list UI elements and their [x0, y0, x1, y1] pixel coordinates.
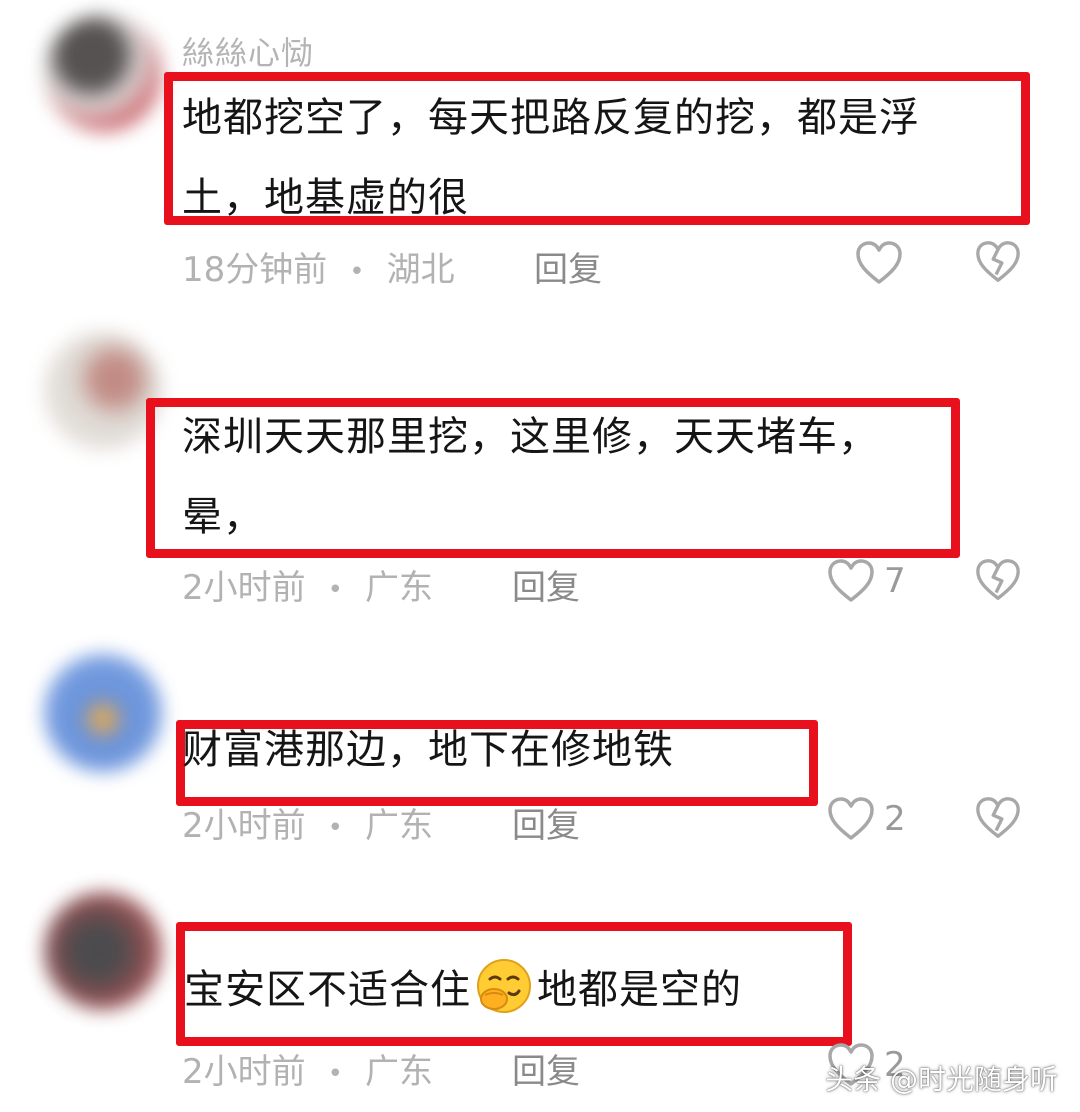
comment-item: 絲絲心恸 地都挖空了，每天把路反复的挖，都是浮 土，地基虚的很 18分钟前 • 湖北… — [0, 0, 1080, 300]
heart-outline-icon — [826, 795, 876, 843]
like-count: 2 — [884, 799, 906, 839]
reply-button[interactable]: 回复 — [512, 798, 580, 847]
smirking-face-emoji-icon — [475, 957, 533, 1015]
comment-text: 深圳天天那里挖，这里修，天天堵车， 晕， — [182, 397, 879, 557]
dislike-button[interactable] — [974, 238, 1022, 286]
watermark: 头条 @时光随身听 — [825, 1063, 1058, 1096]
comment-meta: 18分钟前 • 湖北 — [182, 242, 455, 291]
heart-outline-icon — [854, 239, 904, 287]
broken-heart-icon — [974, 556, 1022, 604]
location: 广东 — [364, 806, 433, 846]
broken-heart-icon — [974, 794, 1022, 842]
separator-dot: • — [327, 574, 343, 605]
like-count: 7 — [884, 561, 906, 601]
dislike-button[interactable] — [974, 556, 1022, 604]
dislike-button[interactable] — [974, 794, 1022, 842]
comment-item: 财富港那边，地下在修地铁 2小时前 • 广东 回复 2 — [0, 640, 1080, 870]
avatar[interactable] — [44, 892, 162, 1010]
reply-button[interactable]: 回复 — [512, 560, 580, 609]
comment-meta: 2小时前 • 广东 — [182, 1044, 433, 1093]
broken-heart-icon — [974, 238, 1022, 286]
separator-dot: • — [327, 1058, 343, 1089]
location: 湖北 — [386, 250, 455, 290]
avatar[interactable] — [44, 654, 162, 772]
timestamp: 18分钟前 — [182, 250, 328, 290]
avatar[interactable] — [44, 332, 162, 450]
comment-text-part: 地都是空的 — [537, 967, 742, 1013]
heart-outline-icon — [826, 557, 876, 605]
comment-meta: 2小时前 • 广东 — [182, 560, 433, 609]
separator-dot: • — [327, 812, 343, 843]
comment-line: 晕， — [182, 494, 264, 540]
like-button[interactable]: 2 — [826, 794, 906, 844]
comment-item: 深圳天天那里挖，这里修，天天堵车， 晕， 2小时前 • 广东 回复 7 — [0, 320, 1080, 620]
timestamp: 2小时前 — [182, 568, 306, 608]
like-button[interactable] — [854, 238, 912, 288]
reply-button[interactable]: 回复 — [512, 1044, 580, 1093]
comment-text: 宝安区不适合住 地都是空的 — [184, 950, 742, 1030]
separator-dot: • — [349, 256, 365, 287]
comment-text-part: 宝安区不适合住 — [184, 967, 471, 1013]
location: 广东 — [364, 1052, 433, 1092]
location: 广东 — [364, 568, 433, 608]
comment-line: 深圳天天那里挖，这里修，天天堵车， — [182, 414, 879, 460]
comment-line: 土，地基虚的很 — [182, 175, 469, 221]
comment-meta: 2小时前 • 广东 — [182, 798, 433, 847]
comment-text: 地都挖空了，每天把路反复的挖，都是浮 土，地基虚的很 — [182, 78, 920, 238]
like-button[interactable]: 7 — [826, 556, 906, 606]
avatar[interactable] — [44, 14, 162, 132]
username[interactable]: 絲絲心恸 — [182, 28, 314, 74]
timestamp: 2小时前 — [182, 806, 306, 846]
timestamp: 2小时前 — [182, 1052, 306, 1092]
comment-text: 财富港那边，地下在修地铁 — [182, 710, 674, 790]
comment-line: 地都挖空了，每天把路反复的挖，都是浮 — [182, 95, 920, 141]
reply-button[interactable]: 回复 — [534, 242, 602, 291]
comment-line: 财富港那边，地下在修地铁 — [182, 727, 674, 773]
